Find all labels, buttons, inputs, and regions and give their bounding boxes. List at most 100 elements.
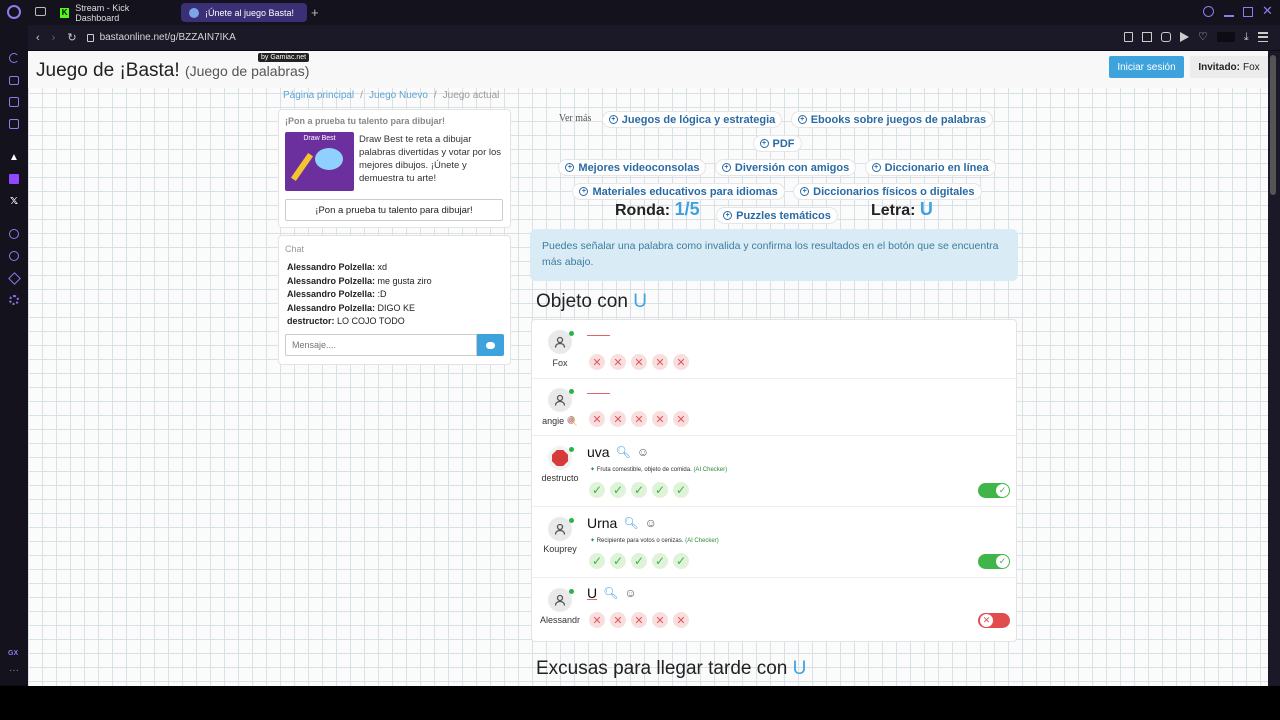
chat-user: Alessandro Polzella: bbox=[287, 275, 376, 286]
adblock-icon[interactable] bbox=[1161, 32, 1171, 42]
answer-word: U 🔍︎ ☺︎ bbox=[587, 585, 637, 601]
reject-icon: ✕ bbox=[652, 411, 668, 427]
scrollbar-thumb[interactable] bbox=[1270, 55, 1276, 195]
opera-logo-icon[interactable] bbox=[7, 5, 21, 19]
profile-separator bbox=[1216, 32, 1235, 42]
chat-messages: Alessandro Polzella: xd Alessandro Polze… bbox=[287, 261, 432, 329]
emoji-react-icon[interactable]: ☺︎ bbox=[637, 445, 649, 459]
downloads-icon[interactable]: ⤓ bbox=[1244, 32, 1249, 43]
promo-text: Draw Best te reta a dibujar palabras div… bbox=[359, 134, 502, 184]
snapshot-icon[interactable] bbox=[1142, 32, 1152, 42]
hint-text: Recipiente para votos o cenizas. bbox=[596, 538, 684, 544]
search-word-icon[interactable]: 🔍︎ bbox=[616, 445, 631, 459]
close-window-icon[interactable]: ✕ bbox=[1262, 3, 1273, 19]
link-pdf[interactable]: + PDF bbox=[752, 135, 802, 152]
reload-icon[interactable]: ↻ bbox=[67, 31, 76, 44]
player-icon[interactable] bbox=[7, 227, 21, 241]
basta-favicon-icon bbox=[189, 7, 199, 18]
kick-sidebar-icon[interactable]: ▲ bbox=[7, 150, 21, 164]
link-consoles[interactable]: + Mejores videoconsolas bbox=[558, 159, 707, 176]
aria-icon[interactable] bbox=[7, 51, 21, 65]
hint-source: (AI Checker) bbox=[693, 467, 728, 473]
link-ebooks[interactable]: + Ebooks sobre juegos de palabras bbox=[790, 111, 994, 128]
chat-send-button[interactable] bbox=[477, 334, 504, 356]
reject-icon: ✕ bbox=[610, 612, 626, 628]
login-button[interactable]: Iniciar sesión bbox=[1109, 56, 1184, 78]
online-status-dot bbox=[569, 331, 574, 336]
validity-toggle[interactable]: ✓ bbox=[978, 483, 1010, 498]
gx-label[interactable]: GX bbox=[8, 650, 18, 657]
workspaces-icon[interactable] bbox=[35, 7, 46, 16]
chat-text: DIGO KE bbox=[377, 302, 416, 313]
tab-basta[interactable]: ¡Únete al juego Basta! bbox=[181, 3, 307, 22]
flow-icon[interactable] bbox=[1180, 32, 1189, 42]
emoji-react-icon[interactable]: ☺︎ bbox=[624, 586, 636, 600]
page-title-main: Juego de ¡Basta! bbox=[36, 60, 180, 81]
check-icon: ✓ bbox=[996, 484, 1009, 497]
draw-best-image-title: Draw Best bbox=[303, 135, 336, 142]
settings-gear-icon[interactable] bbox=[7, 293, 21, 307]
chat-message-input[interactable] bbox=[285, 334, 477, 356]
crypto-wallet-icon[interactable] bbox=[7, 73, 21, 87]
twitch-icon[interactable] bbox=[7, 172, 21, 186]
messenger-icon[interactable] bbox=[7, 95, 21, 109]
validity-toggle[interactable]: ✕ bbox=[978, 613, 1010, 628]
bookmark-page-icon[interactable] bbox=[1124, 32, 1133, 42]
url-input[interactable]: bastaonline.net/g/BZZAIN7IKA bbox=[100, 32, 236, 43]
validity-toggle[interactable]: ✓ bbox=[978, 554, 1010, 569]
link-label: Diversión con amigos bbox=[734, 161, 850, 174]
player-name: Kouprey bbox=[543, 544, 577, 554]
favorite-heart-icon[interactable]: ♡ bbox=[1198, 32, 1208, 43]
more-icon[interactable]: ··· bbox=[9, 665, 19, 676]
link-friends-fun[interactable]: + Diversión con amigos bbox=[714, 159, 857, 176]
search-word-icon[interactable]: 🔍︎ bbox=[623, 516, 638, 530]
chat-user: Alessandro Polzella: bbox=[287, 262, 376, 272]
link-label: Juegos de lógica y estrategia bbox=[621, 113, 776, 126]
breadcrumb-home-link[interactable]: Página principal bbox=[283, 90, 354, 101]
reject-icon: ✕ bbox=[631, 612, 647, 628]
answer-text: Urna bbox=[587, 515, 618, 531]
emoji-react-icon[interactable]: ☺︎ bbox=[645, 516, 657, 530]
link-language-materials[interactable]: + Materiales educativos para idiomas bbox=[572, 183, 785, 200]
extensions-icon[interactable] bbox=[7, 271, 21, 285]
page-scrollbar[interactable] bbox=[1268, 51, 1280, 686]
new-tab-icon[interactable]: + bbox=[311, 5, 319, 20]
answer-row: angie 🍭 ✕ ✕ ✕ ✕ ✕ bbox=[532, 379, 1018, 436]
x-twitter-icon[interactable]: 𝕏 bbox=[7, 194, 21, 208]
breadcrumb-separator: / bbox=[433, 90, 437, 101]
guest-label: Invitado: bbox=[1198, 61, 1240, 73]
link-logic-games[interactable]: + Juegos de lógica y estrategia bbox=[601, 111, 783, 128]
history-icon[interactable] bbox=[7, 249, 21, 263]
link-online-dictionary[interactable]: + Diccionario en línea bbox=[864, 159, 996, 176]
approve-icon: ✓ bbox=[673, 553, 689, 569]
breadcrumb-new-game-link[interactable]: Juego Nuevo bbox=[369, 90, 428, 101]
draw-best-image[interactable]: Draw Best bbox=[285, 132, 354, 191]
answer-row: Alessandr U 🔍︎ ☺︎ ✕ ✕ ✕ ✕ ✕ ✕ bbox=[532, 578, 1018, 642]
web-page: Juego de ¡Basta! (Juego de palabras) by … bbox=[28, 51, 1268, 686]
promo-button[interactable]: ¡Pon a prueba tu talento para dibujar! bbox=[285, 199, 503, 221]
promo-card: ¡Pon a prueba tu talento para dibujar! D… bbox=[278, 109, 511, 228]
promo-heading: ¡Pon a prueba tu talento para dibujar! bbox=[285, 116, 446, 126]
reject-icon: ✕ bbox=[589, 354, 605, 370]
tab-kick-dashboard[interactable]: K Stream - Kick Dashboard bbox=[52, 3, 176, 23]
online-status-dot bbox=[569, 447, 574, 452]
chat-text: :D bbox=[377, 289, 387, 299]
tab-label: ¡Únete al juego Basta! bbox=[205, 7, 295, 18]
reject-icon: ✕ bbox=[652, 612, 668, 628]
minimize-icon[interactable] bbox=[1224, 15, 1234, 17]
link-puzzles[interactable]: + Puzzles temáticos bbox=[716, 207, 838, 224]
breadcrumb: Página principal / Juego Nuevo / Juego act… bbox=[283, 90, 499, 101]
music-icon[interactable] bbox=[7, 117, 21, 131]
chat-message: Alessandro Polzella: DIGO KE bbox=[287, 302, 432, 316]
online-status-dot bbox=[569, 589, 574, 594]
back-icon[interactable]: ‹ bbox=[36, 32, 40, 44]
easy-setup-icon[interactable] bbox=[1257, 32, 1268, 42]
search-tabs-icon[interactable] bbox=[1203, 6, 1214, 17]
cross-icon: ✕ bbox=[980, 614, 993, 627]
link-dictionaries[interactable]: + Diccionarios físicos o digitales bbox=[793, 183, 982, 200]
maximize-icon[interactable] bbox=[1243, 7, 1253, 17]
round-value: 1/5 bbox=[674, 199, 700, 219]
forward-icon[interactable]: › bbox=[52, 32, 56, 44]
search-word-icon[interactable]: 🔍︎ bbox=[603, 586, 618, 600]
chat-title: Chat bbox=[285, 244, 305, 254]
